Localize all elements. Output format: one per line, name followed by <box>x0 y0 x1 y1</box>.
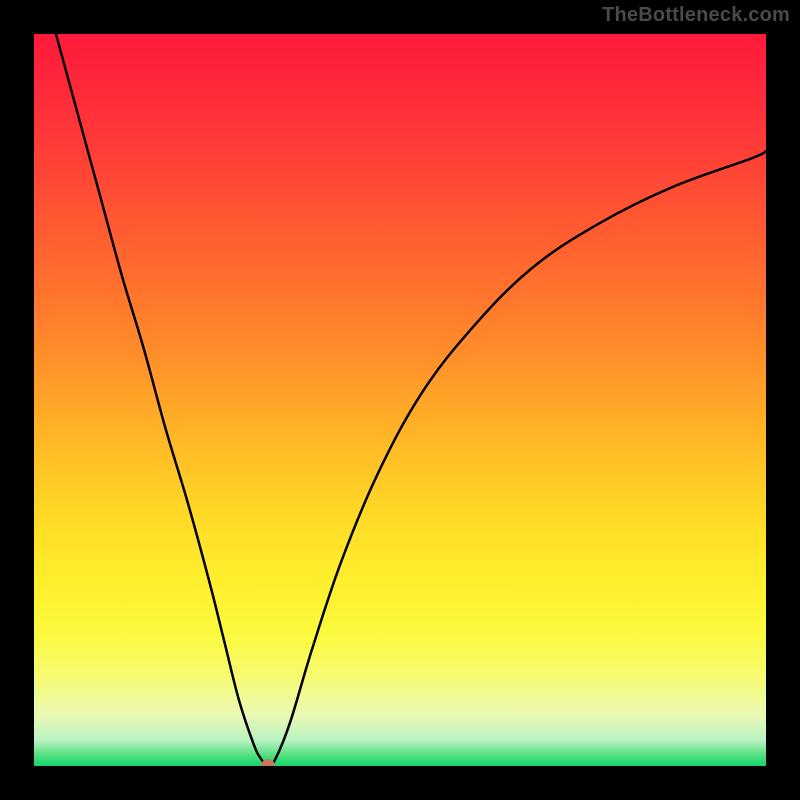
optimum-marker <box>261 759 275 766</box>
plot-area <box>34 34 766 766</box>
curve-layer <box>34 34 766 766</box>
watermark-text: TheBottleneck.com <box>602 4 790 27</box>
bottleneck-curve <box>56 34 766 766</box>
chart-frame: TheBottleneck.com <box>0 0 800 800</box>
